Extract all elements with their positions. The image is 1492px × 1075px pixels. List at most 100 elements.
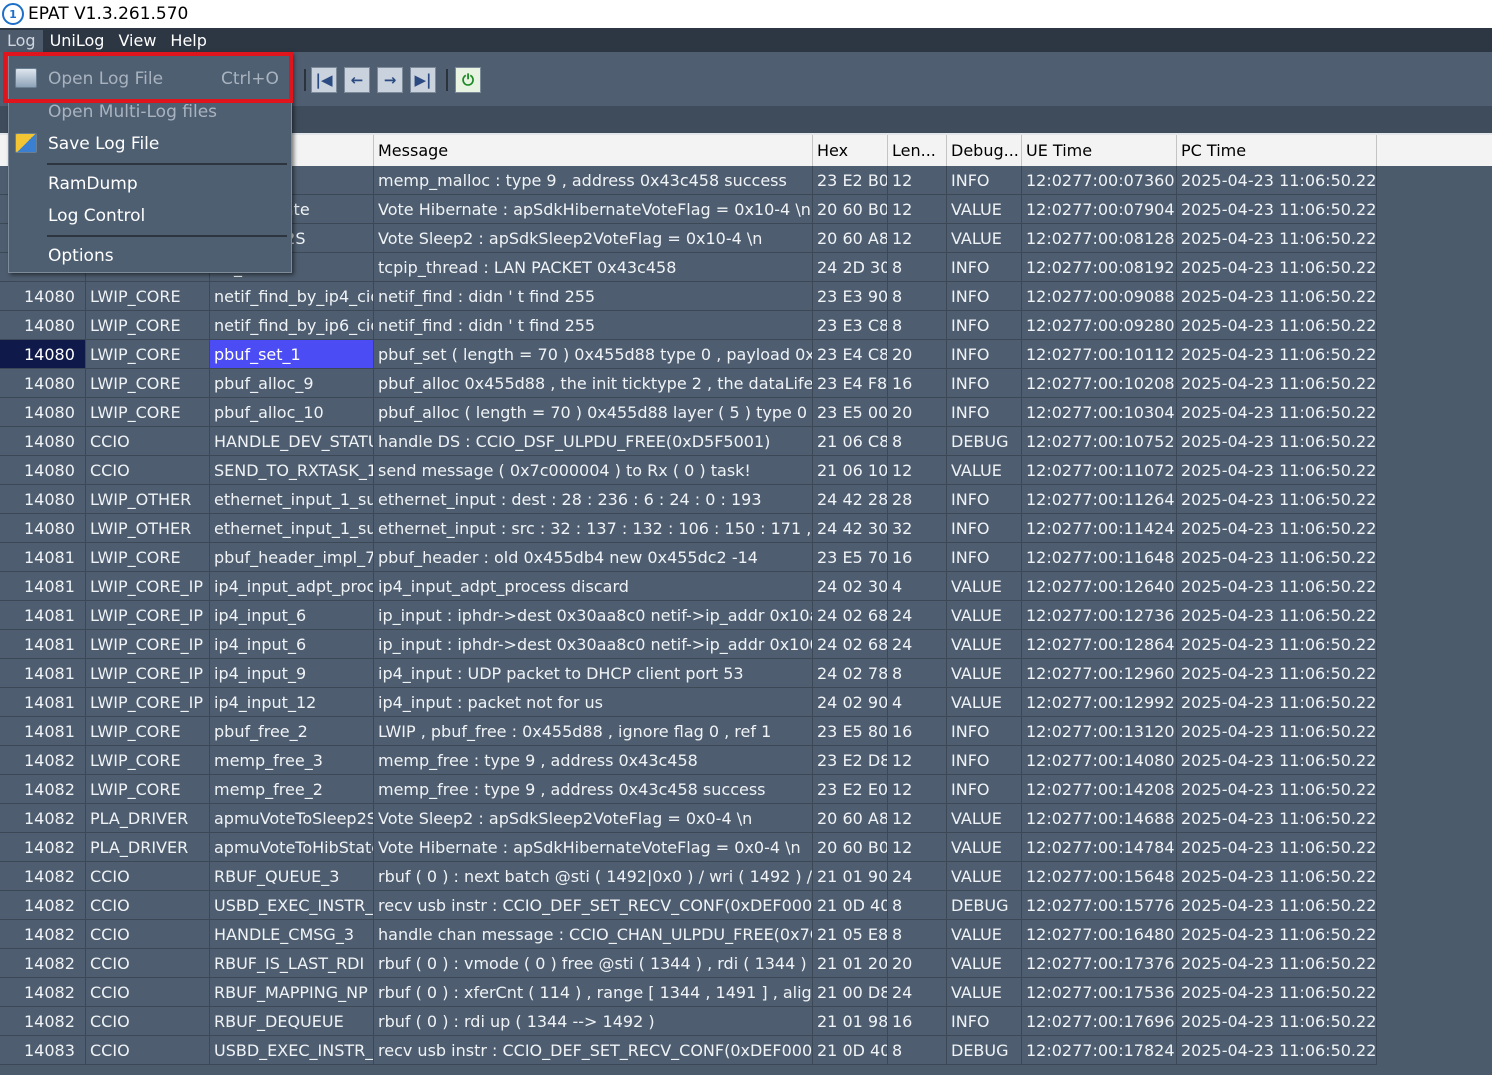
debug-level-cell[interactable]: VALUE <box>947 920 1022 949</box>
debug-level-cell[interactable]: VALUE <box>947 833 1022 862</box>
hex-cell[interactable]: 23 E3 90 <box>813 282 888 311</box>
module-cell[interactable]: CCIO <box>86 949 210 978</box>
length-cell[interactable]: 12 <box>888 746 947 775</box>
debug-level-cell[interactable]: INFO <box>947 282 1022 311</box>
pc-time-cell[interactable]: 2025-04-23 11:06:50.228 <box>1177 311 1377 340</box>
pc-time-cell[interactable]: 2025-04-23 11:06:50.228 <box>1177 717 1377 746</box>
last-icon[interactable]: ▶| <box>410 67 436 93</box>
message-cell[interactable]: recv usb instr : CCIO_DEF_SET_RECV_CONF(… <box>374 891 813 920</box>
header-debug[interactable]: Debug... <box>947 135 1022 166</box>
length-cell[interactable]: 16 <box>888 543 947 572</box>
module-cell[interactable]: LWIP_OTHER <box>86 514 210 543</box>
hex-cell[interactable]: 21 01 20 <box>813 949 888 978</box>
menu-item-options[interactable]: Options <box>9 240 291 272</box>
message-cell[interactable]: memp_free : type 9 , address 0x43c458 <box>374 746 813 775</box>
length-cell[interactable]: 8 <box>888 253 947 282</box>
index-cell[interactable]: 14082 <box>0 775 86 804</box>
message-cell[interactable]: ip4_input_adpt_process discard <box>374 572 813 601</box>
message-cell[interactable]: ethernet_input : src : 32 : 137 : 132 : … <box>374 514 813 543</box>
table-row[interactable]: 14082 CCIO HANDLE_CMSG_3 handle chan messag… <box>0 920 1492 949</box>
module-cell[interactable]: LWIP_CORE <box>86 340 210 369</box>
ue-time-cell[interactable]: 12:0277:00:10208 <box>1022 369 1177 398</box>
index-cell[interactable]: 14080 <box>0 485 86 514</box>
debug-level-cell[interactable]: VALUE <box>947 456 1022 485</box>
length-cell[interactable]: 28 <box>888 485 947 514</box>
pc-time-cell[interactable]: 2025-04-23 11:06:50.228 <box>1177 630 1377 659</box>
module-cell[interactable]: LWIP_CORE_IP <box>86 659 210 688</box>
message-cell[interactable]: pbuf_alloc ( length = 70 ) 0x455d88 laye… <box>374 398 813 427</box>
table-row[interactable]: 14081 LWIP_CORE_IP ip4_input_6 ip_input : i… <box>0 630 1492 659</box>
pc-time-cell[interactable]: 2025-04-23 11:06:50.228 <box>1177 572 1377 601</box>
length-cell[interactable]: 8 <box>888 427 947 456</box>
module-cell[interactable]: LWIP_CORE <box>86 717 210 746</box>
index-cell[interactable]: 14080 <box>0 398 86 427</box>
function-cell[interactable]: pbuf_header_impl_7 <box>210 543 374 572</box>
hex-cell[interactable]: 23 E4 C8 <box>813 340 888 369</box>
module-cell[interactable]: LWIP_CORE <box>86 369 210 398</box>
function-cell[interactable]: ip4_input_6 <box>210 630 374 659</box>
message-cell[interactable]: ip_input : iphdr->dest 0x30aa8c0 netif->… <box>374 630 813 659</box>
hex-cell[interactable]: 20 60 A8 <box>813 804 888 833</box>
length-cell[interactable]: 32 <box>888 514 947 543</box>
ue-time-cell[interactable]: 12:0277:00:14688 <box>1022 804 1177 833</box>
length-cell[interactable]: 24 <box>888 862 947 891</box>
table-row[interactable]: 14080 LWIP_CORE netif_find_by_ip6_cid netif… <box>0 311 1492 340</box>
function-cell[interactable]: RBUF_DEQUEUE <box>210 1007 374 1036</box>
index-cell[interactable]: 14081 <box>0 543 86 572</box>
header-ue-time[interactable]: UE Time <box>1022 135 1177 166</box>
debug-level-cell[interactable]: INFO <box>947 253 1022 282</box>
module-cell[interactable]: CCIO <box>86 1036 210 1065</box>
length-cell[interactable]: 24 <box>888 978 947 1007</box>
length-cell[interactable]: 8 <box>888 920 947 949</box>
function-cell[interactable]: USBD_EXEC_INSTR_1 <box>210 891 374 920</box>
message-cell[interactable]: LWIP , pbuf_free : 0x455d88 , ignore fla… <box>374 717 813 746</box>
table-row[interactable]: 14082 CCIO RBUF_DEQUEUE rbuf ( 0 ) : rdi up… <box>0 1007 1492 1036</box>
debug-level-cell[interactable]: INFO <box>947 717 1022 746</box>
ue-time-cell[interactable]: 12:0277:00:09088 <box>1022 282 1177 311</box>
length-cell[interactable]: 8 <box>888 1036 947 1065</box>
ue-time-cell[interactable]: 12:0277:00:14080 <box>1022 746 1177 775</box>
debug-level-cell[interactable]: DEBUG <box>947 427 1022 456</box>
message-cell[interactable]: handle DS : CCIO_DSF_ULPDU_FREE(0xD5F500… <box>374 427 813 456</box>
message-cell[interactable]: pbuf_header : old 0x455db4 new 0x455dc2 … <box>374 543 813 572</box>
index-cell[interactable]: 14082 <box>0 862 86 891</box>
function-cell[interactable]: pbuf_free_2 <box>210 717 374 746</box>
function-cell[interactable]: apmuVoteToHibState <box>210 833 374 862</box>
table-row[interactable]: 14082 PLA_DRIVER apmuVoteToSleep2S Vote Sle… <box>0 804 1492 833</box>
debug-level-cell[interactable]: INFO <box>947 543 1022 572</box>
length-cell[interactable]: 24 <box>888 630 947 659</box>
message-cell[interactable]: ethernet_input : dest : 28 : 236 : 6 : 2… <box>374 485 813 514</box>
debug-level-cell[interactable]: VALUE <box>947 195 1022 224</box>
module-cell[interactable]: CCIO <box>86 920 210 949</box>
length-cell[interactable]: 12 <box>888 195 947 224</box>
ue-time-cell[interactable]: 12:0277:00:08128 <box>1022 224 1177 253</box>
table-row[interactable]: 14081 LWIP_CORE pbuf_header_impl_7 pbuf_hea… <box>0 543 1492 572</box>
header-message[interactable]: Message <box>374 135 813 166</box>
ue-time-cell[interactable]: 12:0277:00:08192 <box>1022 253 1177 282</box>
module-cell[interactable]: PLA_DRIVER <box>86 833 210 862</box>
ue-time-cell[interactable]: 12:0277:00:17536 <box>1022 978 1177 1007</box>
menu-item-log-control[interactable]: Log Control <box>9 200 291 232</box>
message-cell[interactable]: ip4_input : packet not for us <box>374 688 813 717</box>
module-cell[interactable]: CCIO <box>86 1007 210 1036</box>
function-cell[interactable]: memp_free_2 <box>210 775 374 804</box>
message-cell[interactable]: Vote Sleep2 : apSdkSleep2VoteFlag = 0x10… <box>374 224 813 253</box>
module-cell[interactable]: LWIP_CORE_IP <box>86 601 210 630</box>
pc-time-cell[interactable]: 2025-04-23 11:06:50.228 <box>1177 1036 1377 1065</box>
header-pc-time[interactable]: PC Time <box>1177 135 1377 166</box>
pc-time-cell[interactable]: 2025-04-23 11:06:50.228 <box>1177 601 1377 630</box>
index-cell[interactable]: 14082 <box>0 920 86 949</box>
debug-level-cell[interactable]: INFO <box>947 775 1022 804</box>
pc-time-cell[interactable]: 2025-04-23 11:06:50.228 <box>1177 862 1377 891</box>
table-row[interactable]: 14080 LWIP_OTHER ethernet_input_1_sub ether… <box>0 485 1492 514</box>
pc-time-cell[interactable]: 2025-04-23 11:06:50.228 <box>1177 920 1377 949</box>
length-cell[interactable]: 24 <box>888 601 947 630</box>
ue-time-cell[interactable]: 12:0277:00:10304 <box>1022 398 1177 427</box>
function-cell[interactable]: HANDLE_CMSG_3 <box>210 920 374 949</box>
length-cell[interactable]: 12 <box>888 804 947 833</box>
message-cell[interactable]: netif_find : didn ' t find 255 <box>374 282 813 311</box>
hex-cell[interactable]: 21 01 98 <box>813 1007 888 1036</box>
hex-cell[interactable]: 23 E5 70 <box>813 543 888 572</box>
function-cell[interactable]: pbuf_set_1 <box>210 340 374 369</box>
pc-time-cell[interactable]: 2025-04-23 11:06:50.228 <box>1177 891 1377 920</box>
